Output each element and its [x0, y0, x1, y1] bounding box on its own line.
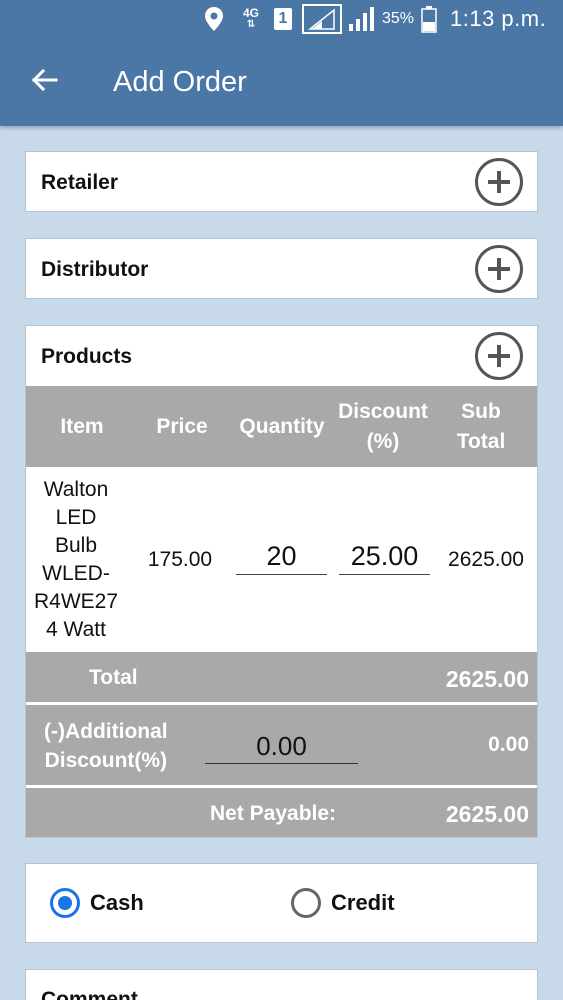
net-payable-label: Net Payable:: [210, 802, 337, 825]
sim-icon: 1: [274, 0, 292, 38]
network-4g-icon: 4G ⇅: [243, 6, 260, 30]
cash-radio[interactable]: [50, 888, 80, 918]
add-product-plus-icon[interactable]: [475, 332, 523, 380]
products-card: Products Item Price Quantity Discount (%…: [25, 325, 538, 838]
credit-label[interactable]: Credit: [331, 890, 395, 916]
header-discount: Discount (%): [331, 386, 435, 467]
add-retailer-plus-icon[interactable]: [475, 158, 523, 206]
item-name-line: 4 Watt: [46, 617, 106, 641]
additional-discount-value: 0.00: [488, 733, 529, 756]
retailer-card: Retailer: [25, 151, 538, 212]
payment-card: Cash Credit: [25, 863, 538, 943]
add-distributor-plus-icon[interactable]: [475, 245, 523, 293]
item-name: Walton LED Bulb WLED- R4WE27 4 Watt: [26, 476, 126, 644]
credit-radio[interactable]: [291, 888, 321, 918]
net-payable-row: Net Payable: 2625.00: [26, 788, 537, 837]
header-discount-line1: Discount: [338, 399, 428, 423]
additional-discount-label-line1: (-)Additional: [44, 720, 168, 743]
arrow-left-icon: [30, 68, 58, 97]
distributor-card: Distributor: [25, 238, 538, 299]
net-payable-value: 2625.00: [445, 801, 529, 827]
additional-discount-row: (-)Additional Discount(%) 0.00 0.00: [26, 705, 537, 785]
additional-discount-label: (-)Additional Discount(%): [44, 717, 168, 775]
sim-number: 1: [274, 8, 292, 30]
header-subtotal-line2: Total: [456, 429, 506, 453]
header-subtotal: Sub Total: [438, 386, 524, 467]
page-title: Add Order: [113, 66, 247, 98]
header-item: Item: [60, 414, 104, 438]
discount-input[interactable]: 25.00: [339, 541, 430, 575]
retailer-label: Retailer: [41, 171, 119, 194]
signal-icon: [302, 0, 342, 38]
item-name-line: WLED-: [42, 561, 110, 585]
total-label: Total: [89, 666, 138, 689]
item-name-line: R4WE27: [33, 589, 119, 613]
header-discount-line2: (%): [366, 429, 400, 453]
total-value: 2625.00: [445, 666, 529, 692]
comment-card[interactable]: Comment: [25, 969, 538, 1000]
price-cell: 175.00: [147, 547, 213, 571]
distributor-label: Distributor: [41, 258, 149, 281]
products-table-header: Item Price Quantity Discount (%) Sub Tot…: [26, 386, 537, 467]
status-bar: 4G ⇅ 1 35% 1:13 p.m.: [0, 0, 563, 38]
signal-icon: [348, 0, 376, 38]
header-quantity: Quantity: [239, 414, 325, 438]
header-subtotal-line1: Sub: [461, 399, 501, 423]
item-name-line: LED: [55, 505, 97, 529]
additional-discount-input[interactable]: 0.00: [205, 731, 358, 764]
app-bar: Add Order: [0, 38, 563, 126]
item-name-line: Bulb: [54, 533, 98, 557]
item-cell: Walton LED Bulb WLED- R4WE27 4 Watt: [26, 467, 126, 652]
table-row[interactable]: Walton LED Bulb WLED- R4WE27 4 Watt 175.…: [26, 467, 537, 652]
subtotal-cell: 2625.00: [448, 547, 524, 571]
clock-time: 1:13 p.m.: [450, 6, 547, 31]
products-label: Products: [41, 345, 133, 368]
back-button[interactable]: [22, 62, 66, 102]
header-price: Price: [156, 414, 208, 438]
total-row: Total 2625.00: [26, 652, 537, 702]
quantity-input[interactable]: 20: [236, 541, 327, 575]
network-type: 4G: [243, 6, 260, 20]
comment-label: Comment: [41, 988, 138, 1000]
location-icon: [203, 0, 227, 38]
battery-percent: 35%: [382, 10, 415, 27]
cash-label[interactable]: Cash: [90, 890, 144, 916]
additional-discount-label-line2: Discount(%): [44, 749, 168, 772]
item-name-line: Walton: [43, 477, 109, 501]
battery-icon: [421, 0, 437, 38]
